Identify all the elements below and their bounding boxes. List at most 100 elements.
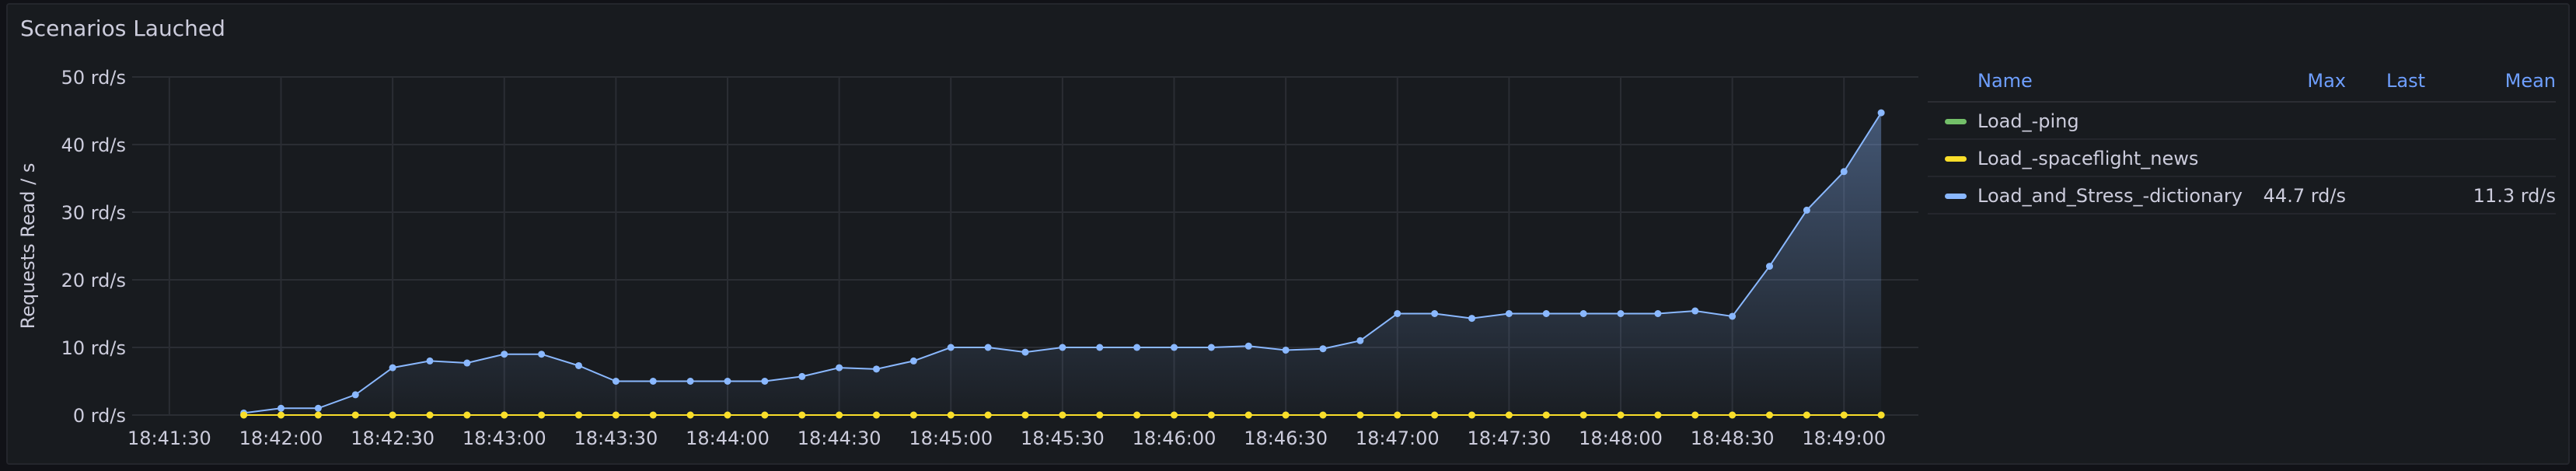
data-point [463,411,471,419]
data-point [649,411,657,419]
data-point [724,411,731,419]
data-point [1468,411,1475,419]
data-point [836,364,843,372]
data-point [798,411,806,419]
data-point [1691,411,1699,419]
y-tick-label: 40 rd/s [61,134,126,156]
data-point [1840,168,1848,176]
data-point [1654,411,1662,419]
legend-row-dictionary[interactable]: Load_and_Stress_-dictionary 44.7 rd/s 11… [1928,177,2556,215]
data-point [1617,411,1625,419]
data-point [1021,348,1029,356]
data-point [1729,411,1737,419]
data-point [538,351,546,358]
legend-header-name[interactable]: Name [1977,70,2033,92]
data-point [1394,411,1401,419]
data-point [1431,411,1439,419]
data-point [1394,310,1401,317]
x-tick-label: 18:48:30 [1691,427,1775,449]
x-tick-label: 18:44:00 [686,427,770,449]
data-point [389,411,396,419]
data-point [501,351,508,358]
x-tick-label: 18:43:30 [574,427,658,449]
data-point [686,378,694,385]
x-tick-label: 18:44:30 [798,427,881,449]
x-tick-label: 18:46:30 [1244,427,1328,449]
data-point [724,378,731,385]
legend-row-spaceflight-news[interactable]: Load_-spaceflight_news [1928,140,2556,177]
data-point [1356,411,1364,419]
data-point [1766,411,1773,419]
data-point [947,344,955,351]
y-axis-label: Requests Read / s [17,163,39,330]
data-point [1729,312,1737,320]
data-point [612,411,620,419]
data-point [1059,411,1066,419]
data-point [1691,307,1699,315]
data-point [314,411,322,419]
data-point [240,411,248,419]
data-point [1579,310,1587,317]
legend-series-name: Load_-ping [1977,110,2079,132]
data-point [1431,310,1439,317]
data-point [1171,344,1178,351]
data-point [798,372,806,380]
legend-header-mean[interactable]: Mean [2505,70,2556,92]
data-point [1579,411,1587,419]
data-point [1542,411,1550,419]
data-point [761,411,769,419]
legend-series-name: Load_-spaceflight_news [1977,148,2199,169]
legend-row-ping[interactable]: Load_-ping [1928,103,2556,140]
data-point [984,411,992,419]
x-tick-label: 18:49:00 [1802,427,1886,449]
legend-header: Name Max Last Mean [1928,61,2556,103]
data-point [873,411,880,419]
data-point [836,411,843,419]
legend-swatch [1945,156,1967,162]
data-point [426,357,434,365]
data-point [1282,411,1290,419]
y-tick-label: 50 rd/s [61,67,126,89]
data-point [277,411,284,419]
y-tick-label: 0 rd/s [73,405,126,427]
data-point [351,391,359,399]
x-tick-label: 18:48:00 [1579,427,1663,449]
legend-series-name: Load_and_Stress_-dictionary [1977,185,2243,207]
data-point [1059,344,1066,351]
data-point [1803,206,1810,214]
data-point [1133,411,1141,419]
x-tick-label: 18:47:00 [1356,427,1440,449]
data-point [1282,346,1290,354]
data-point [1021,411,1029,419]
y-tick-label: 30 rd/s [61,202,126,224]
x-tick-label: 18:47:30 [1467,427,1551,449]
data-point [1207,344,1215,351]
data-point [1654,310,1662,317]
x-tick-label: 18:46:00 [1133,427,1216,449]
data-point [538,411,546,419]
data-point [1877,109,1885,117]
data-point [1244,411,1252,419]
legend-swatch [1945,194,1967,199]
x-tick-label: 18:42:00 [239,427,323,449]
data-point [1877,411,1885,419]
legend-table: Name Max Last Mean Load_-ping Load_-spac… [1928,61,2556,215]
data-point [426,411,434,419]
data-point [612,378,620,385]
data-point [873,365,880,373]
data-point [1244,342,1252,350]
data-point [1542,310,1550,317]
x-tick-label: 18:45:30 [1021,427,1105,449]
data-point [909,411,917,419]
data-point [1766,263,1773,270]
data-point [1840,411,1848,419]
data-point [1207,411,1215,419]
legend-header-max[interactable]: Max [2307,70,2346,92]
data-point [947,411,955,419]
data-point [575,411,582,419]
data-point [1096,411,1104,419]
legend-header-last[interactable]: Last [2386,70,2425,92]
legend-series-max: 44.7 rd/s [2263,185,2346,207]
x-tick-label: 18:45:00 [909,427,993,449]
data-point [389,364,396,372]
